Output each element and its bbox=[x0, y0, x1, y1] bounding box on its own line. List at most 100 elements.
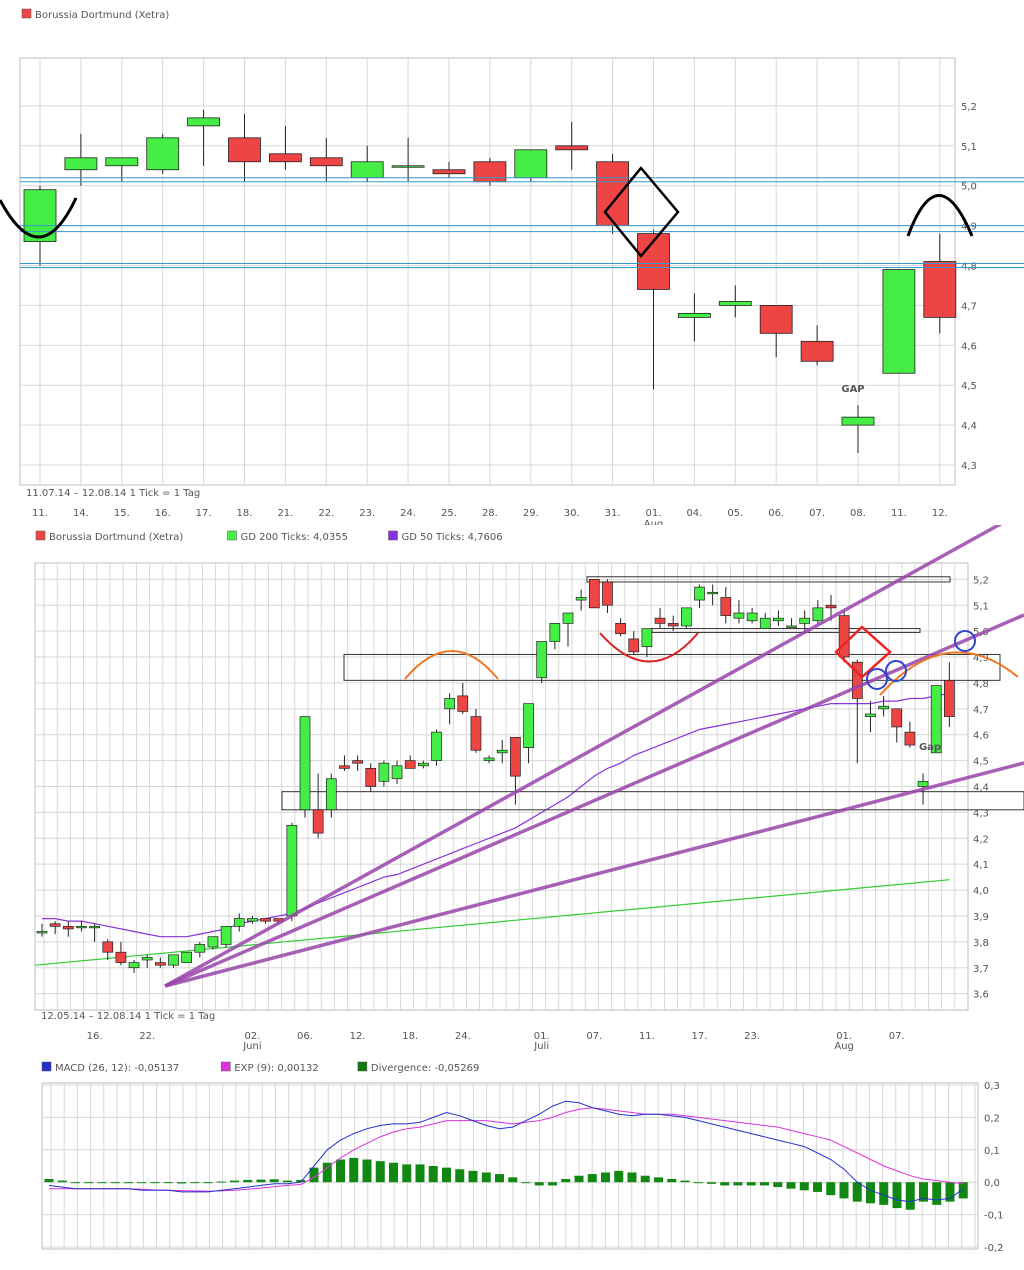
divergence-bar bbox=[137, 1182, 147, 1184]
divergence-bar bbox=[336, 1159, 345, 1183]
candle-body bbox=[350, 161, 384, 179]
divergence-bar bbox=[746, 1182, 756, 1186]
candle-body bbox=[667, 623, 679, 627]
divergence-bar bbox=[958, 1182, 968, 1199]
y-tick-label: 4,7 bbox=[973, 705, 989, 716]
y-tick-label: 4,6 bbox=[973, 731, 989, 742]
candle-body bbox=[773, 617, 784, 622]
candle-body bbox=[733, 612, 745, 619]
candle-body bbox=[102, 941, 114, 953]
candle-body bbox=[536, 641, 548, 679]
candle-body bbox=[514, 149, 548, 179]
candle-body bbox=[339, 765, 350, 769]
y-tick-label: 5,2 bbox=[973, 575, 989, 586]
month-label: Juni bbox=[242, 1041, 261, 1052]
candle-body bbox=[799, 617, 811, 624]
x-tick-label: 23. bbox=[359, 508, 375, 519]
candle-body bbox=[891, 708, 903, 728]
candle-body bbox=[841, 416, 875, 426]
y-tick-label: 0,2 bbox=[984, 1113, 1000, 1124]
divergence-bar bbox=[455, 1169, 465, 1183]
x-tick-label: 24. bbox=[455, 1031, 471, 1042]
divergence-bar bbox=[216, 1181, 226, 1183]
candle-body bbox=[207, 936, 219, 948]
candle-body bbox=[904, 731, 916, 746]
candle-body bbox=[575, 597, 587, 601]
x-tick-label: 07. bbox=[889, 1031, 905, 1042]
month-label: Juli bbox=[533, 1041, 549, 1052]
divergence-bar bbox=[905, 1182, 915, 1210]
candle-body bbox=[268, 153, 302, 163]
candle-body bbox=[194, 944, 206, 953]
divergence-bar bbox=[84, 1182, 94, 1184]
candle-body bbox=[286, 824, 298, 917]
candle-body bbox=[800, 340, 834, 362]
x-tick-label: 24. bbox=[400, 508, 416, 519]
candle-body bbox=[694, 586, 705, 601]
x-tick-label: 16. bbox=[155, 508, 171, 519]
x-tick-label: 07. bbox=[809, 508, 825, 519]
candle-body bbox=[812, 607, 824, 622]
legend-swatch bbox=[357, 1061, 368, 1072]
support-box bbox=[281, 791, 1024, 811]
divergence-bar bbox=[468, 1170, 478, 1183]
legend-entry: Borussia Dortmund (Xetra) bbox=[35, 10, 169, 21]
candle-body bbox=[89, 925, 100, 929]
divergence-bar bbox=[203, 1182, 213, 1184]
x-tick-label: 16. bbox=[87, 1031, 103, 1042]
candle-body bbox=[365, 768, 377, 787]
y-tick-label: 4,5 bbox=[961, 381, 977, 392]
candle-body bbox=[596, 161, 629, 227]
candle-body bbox=[391, 165, 425, 168]
candle-body bbox=[510, 736, 521, 777]
trend-line bbox=[164, 613, 1024, 988]
x-tick-label: 01. bbox=[646, 508, 662, 519]
legend-entry: EXP (9): 0,00132 bbox=[234, 1063, 318, 1074]
y-tick-label: 5,1 bbox=[973, 601, 989, 612]
divergence-bar bbox=[654, 1177, 663, 1183]
divergence-bar bbox=[110, 1182, 120, 1184]
candle-body bbox=[549, 623, 561, 642]
x-tick-label: 11. bbox=[32, 508, 48, 519]
candle-body bbox=[444, 698, 455, 710]
divergence-bar bbox=[773, 1182, 783, 1188]
candle-body bbox=[654, 617, 666, 624]
y-tick-label: 5,1 bbox=[961, 142, 977, 153]
candle-body bbox=[312, 809, 324, 834]
candle-body bbox=[838, 615, 850, 658]
candle-body bbox=[220, 925, 232, 945]
x-tick-label: 07. bbox=[586, 1031, 602, 1042]
y-tick-label: 5,2 bbox=[961, 102, 977, 113]
divergence-bar bbox=[190, 1182, 200, 1184]
candle-body bbox=[76, 925, 87, 929]
x-tick-label: 05. bbox=[727, 508, 743, 519]
candle-body bbox=[247, 918, 258, 922]
divergence-bar bbox=[349, 1157, 359, 1183]
legend-entry: Divergence: -0,05269 bbox=[371, 1063, 479, 1074]
y-tick-label: 4,2 bbox=[973, 834, 989, 845]
y-tick-label: -0,2 bbox=[984, 1243, 1004, 1254]
candle-body bbox=[555, 145, 589, 151]
divergence-bar bbox=[481, 1172, 491, 1183]
x-tick-label: 08. bbox=[850, 508, 866, 519]
candle-body bbox=[923, 261, 957, 318]
candle-body bbox=[473, 161, 507, 183]
divergence-bar bbox=[707, 1182, 716, 1184]
candle-body bbox=[882, 269, 916, 374]
x-tick-label: 18. bbox=[237, 508, 253, 519]
x-tick-label: 15. bbox=[114, 508, 130, 519]
candle-body bbox=[49, 923, 61, 927]
candle-body bbox=[615, 623, 626, 635]
divergence-bar bbox=[760, 1182, 769, 1186]
candle-body bbox=[418, 762, 429, 767]
y-tick-label: 4,0 bbox=[973, 886, 989, 897]
candle-body bbox=[299, 716, 311, 811]
legend-entry: MACD (26, 12): -0,05137 bbox=[55, 1063, 179, 1074]
divergence-bar bbox=[97, 1182, 107, 1184]
candle-body bbox=[187, 117, 221, 127]
candle-body bbox=[720, 597, 732, 616]
divergence-bar bbox=[587, 1174, 597, 1183]
x-tick-label: 17. bbox=[692, 1031, 708, 1042]
divergence-bar bbox=[799, 1182, 809, 1191]
x-tick-label: 22. bbox=[139, 1031, 155, 1042]
